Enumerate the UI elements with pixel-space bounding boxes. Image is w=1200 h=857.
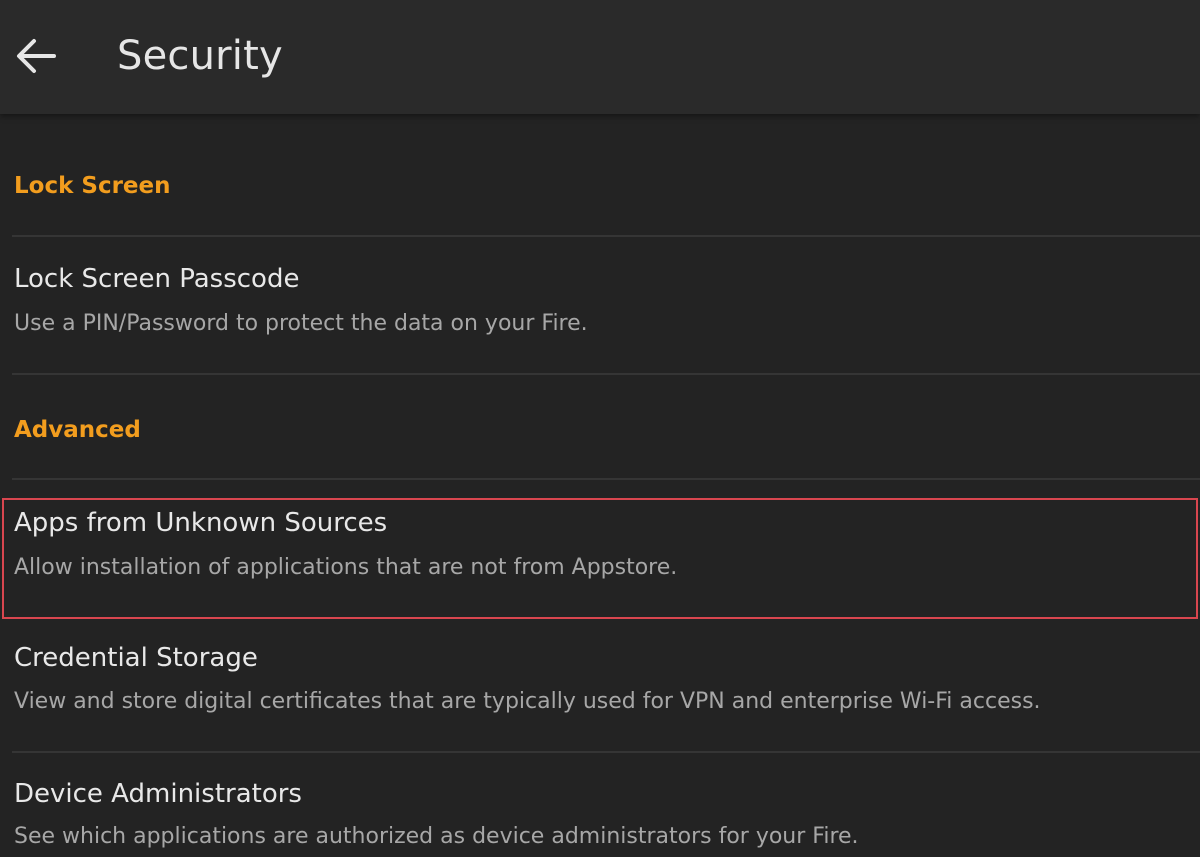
setting-title: Credential Storage — [14, 643, 258, 673]
settings-list: Lock Screen Lock Screen Passcode Use a P… — [0, 114, 1200, 857]
back-button[interactable] — [8, 28, 64, 84]
setting-title: Device Administrators — [14, 779, 302, 809]
setting-title: Lock Screen Passcode — [14, 264, 300, 294]
app-header: Security — [0, 0, 1200, 114]
setting-item-device-administrators[interactable]: Device Administrators See which applicat… — [0, 753, 1200, 857]
setting-subtitle: Use a PIN/Password to protect the data o… — [14, 311, 588, 336]
setting-item-lock-screen-passcode[interactable]: Lock Screen Passcode Use a PIN/Password … — [0, 237, 1200, 373]
section-header-lock-screen: Lock Screen — [14, 173, 171, 199]
highlight-box — [2, 498, 1198, 619]
setting-subtitle: View and store digital certificates that… — [14, 689, 1041, 714]
setting-subtitle: See which applications are authorized as… — [14, 824, 859, 849]
divider — [12, 373, 1200, 375]
setting-item-credential-storage[interactable]: Credential Storage View and store digita… — [0, 619, 1200, 751]
divider — [12, 478, 1200, 480]
section-header-advanced: Advanced — [14, 417, 141, 443]
page-title: Security — [117, 33, 283, 79]
arrow-left-icon — [17, 39, 56, 73]
